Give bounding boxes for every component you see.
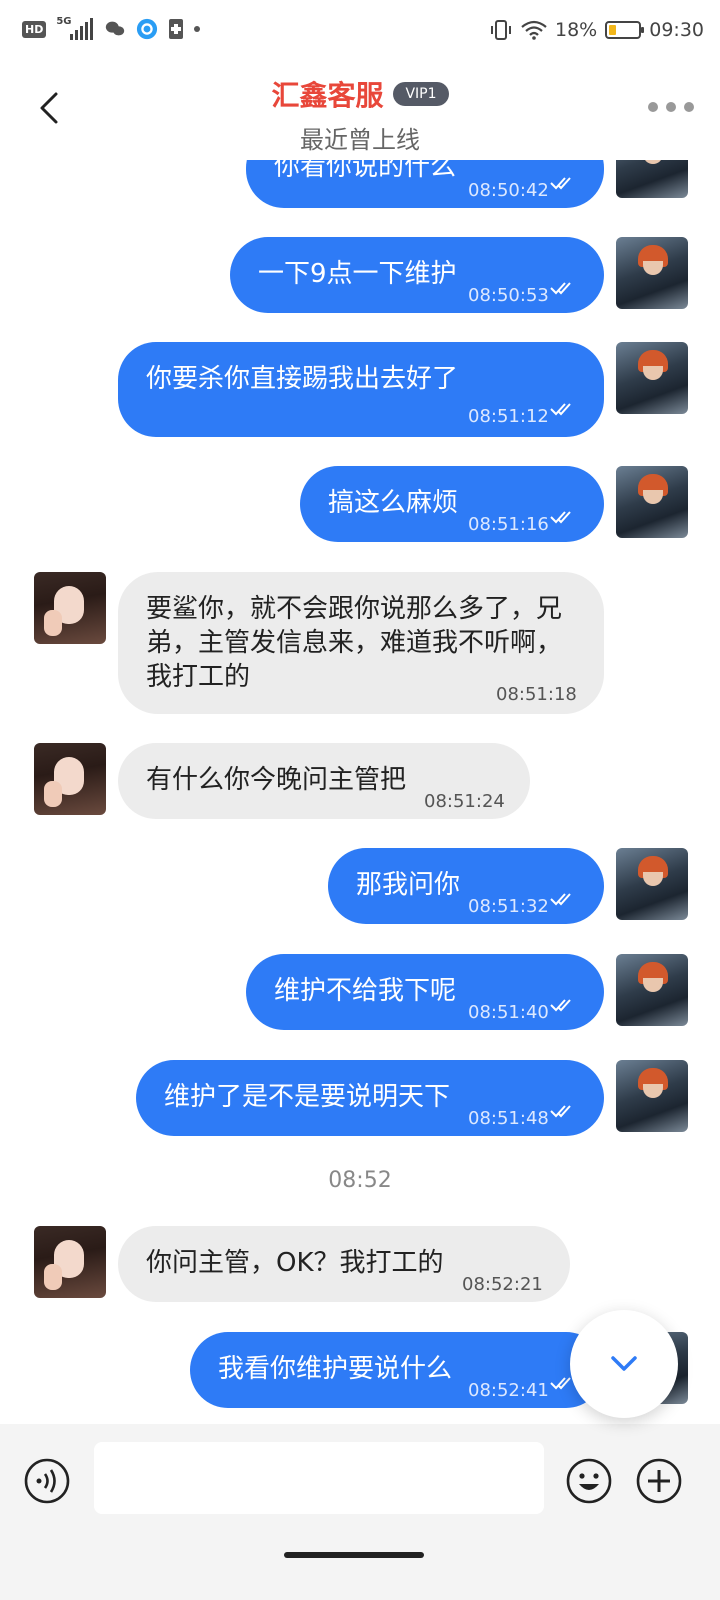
message-time: 08:51:32 [468, 896, 549, 917]
message-text: 那我问你 [356, 870, 461, 900]
contact-name[interactable]: 汇鑫客服 [271, 74, 383, 114]
battery-icon [605, 21, 645, 39]
message-bubble[interactable]: 你看你说的什么 08:50:42 [246, 160, 604, 208]
contact-avatar[interactable] [34, 1226, 106, 1298]
message-time: 08:51:24 [424, 791, 505, 812]
contact-avatar[interactable] [34, 743, 106, 815]
my-avatar[interactable] [616, 954, 688, 1026]
wifi-icon [521, 20, 547, 40]
message-bubble[interactable]: 搞这么麻烦 08:51:16 [300, 466, 604, 542]
message-bubble[interactable]: 你问主管，OK？我打工的 08:52:21 [118, 1226, 570, 1302]
message-bubble[interactable]: 要鲨你，就不会跟你说那么多了，兄弟，主管发信息来，难道我不听啊，我打工的 08:… [118, 572, 604, 714]
message-text: 有什么你今晚问主管把 [146, 765, 407, 795]
notification-dot [194, 26, 201, 32]
vip-badge: VIP1 [393, 82, 449, 106]
message-bubble[interactable]: 维护了是不是要说明天下 08:51:48 [136, 1060, 604, 1136]
message-time: 08:51:48 [468, 1108, 549, 1129]
more-options-icon[interactable] [648, 102, 694, 112]
my-avatar[interactable] [616, 160, 688, 198]
my-avatar[interactable] [616, 466, 688, 538]
read-receipt-icon [550, 403, 571, 416]
message-text: 搞这么麻烦 [328, 488, 459, 518]
message-bubble[interactable]: 维护不给我下呢 08:51:40 [246, 954, 604, 1030]
read-receipt-icon [550, 999, 571, 1012]
my-avatar[interactable] [616, 342, 688, 414]
message-text: 维护了是不是要说明天下 [164, 1082, 451, 1112]
message-bubble[interactable]: 有什么你今晚问主管把 08:51:24 [118, 743, 530, 819]
voice-input-icon[interactable] [24, 1458, 70, 1504]
message-text: 你要杀你直接踢我出去好了 [146, 364, 459, 394]
message-bubble[interactable]: 我看你维护要说什么 08:52:41 [190, 1332, 604, 1408]
message-text: 你看你说的什么 [274, 160, 457, 182]
read-receipt-icon [550, 1105, 571, 1118]
message-list[interactable]: 你看你说的什么 08:50:42 一下9点一下维护 08:50:53 你要杀你直… [0, 160, 720, 1424]
message-time: 08:51:16 [468, 514, 549, 535]
message-time: 08:50:42 [468, 180, 549, 201]
read-receipt-icon [550, 511, 571, 524]
home-indicator[interactable] [284, 1552, 424, 1558]
read-receipt-icon [550, 177, 571, 190]
message-text: 维护不给我下呢 [274, 976, 457, 1006]
chevron-down-icon [611, 1356, 637, 1371]
chat-header: 汇鑫客服 VIP1 最近曾上线 [0, 64, 720, 160]
browser-icon [137, 18, 158, 40]
emoji-icon[interactable] [566, 1458, 612, 1504]
message-time: 08:52:21 [462, 1274, 543, 1295]
contact-avatar[interactable] [34, 572, 106, 644]
message-input[interactable] [94, 1442, 544, 1514]
wechat-icon [106, 21, 125, 36]
message-bubble[interactable]: 一下9点一下维护 08:50:53 [230, 237, 604, 313]
status-bar: HD 5G 18% 09:30 [0, 0, 720, 64]
message-bubble[interactable]: 那我问你 08:51:32 [328, 848, 604, 924]
message-time: 08:51:18 [496, 684, 577, 705]
scroll-to-bottom-button[interactable] [570, 1310, 678, 1418]
vibrate-icon [491, 20, 511, 40]
message-time: 08:50:53 [468, 285, 549, 306]
message-time: 08:51:12 [468, 406, 549, 427]
message-time: 08:51:40 [468, 1002, 549, 1023]
clock: 09:30 [649, 19, 704, 41]
message-text: 你问主管，OK？我打工的 [146, 1248, 444, 1278]
sim-icon [169, 19, 184, 39]
online-status: 最近曾上线 [300, 126, 420, 154]
network-type: 5G [56, 16, 72, 27]
my-avatar[interactable] [616, 1060, 688, 1132]
message-text: 一下9点一下维护 [258, 259, 457, 289]
my-avatar[interactable] [616, 237, 688, 309]
read-receipt-icon [550, 282, 571, 295]
battery-percent: 18% [555, 19, 598, 41]
message-text: 我看你维护要说什么 [218, 1354, 453, 1384]
signal-icon: 5G [56, 16, 94, 40]
read-receipt-icon [550, 893, 571, 906]
time-divider: 08:52 [328, 1168, 392, 1193]
message-bubble[interactable]: 你要杀你直接踢我出去好了 08:51:12 [118, 342, 604, 437]
message-time: 08:52:41 [468, 1380, 549, 1401]
input-bar [0, 1424, 720, 1600]
my-avatar[interactable] [616, 848, 688, 920]
hd-badge: HD [22, 20, 47, 38]
plus-icon[interactable] [636, 1458, 682, 1504]
